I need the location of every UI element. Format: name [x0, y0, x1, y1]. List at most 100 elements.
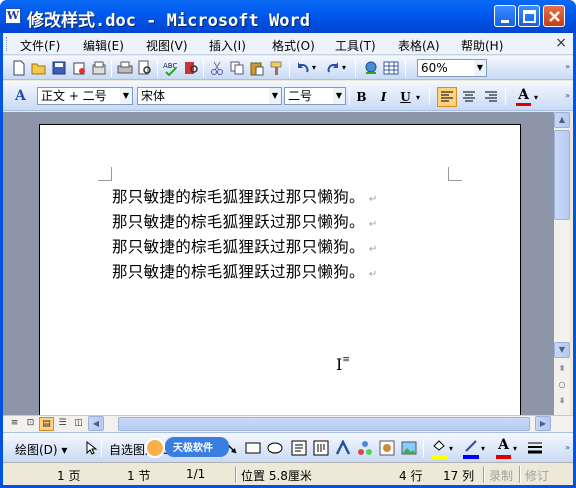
toolbar-separator [405, 59, 406, 77]
permission-icon[interactable] [71, 60, 87, 76]
select-objects-icon[interactable] [83, 440, 99, 456]
copy-icon[interactable] [229, 60, 245, 76]
standard-toolbar: ABC ▾ ▾ 60% ▼ » [3, 56, 573, 80]
size-select[interactable]: 二号 ▼ [284, 87, 346, 105]
save-icon[interactable] [51, 60, 67, 76]
menu-grip[interactable] [6, 37, 9, 51]
style-select[interactable]: 正文 + 二号 ▼ [37, 87, 133, 105]
outline-view-icon[interactable]: ☰ [55, 417, 70, 431]
vertical-scroll-thumb[interactable] [554, 130, 570, 220]
style-dropdown-icon[interactable]: ▼ [120, 88, 132, 104]
paste-icon[interactable] [249, 60, 265, 76]
new-document-icon[interactable] [11, 60, 27, 76]
open-folder-icon[interactable] [31, 60, 47, 76]
vertical-scrollbar[interactable]: ▲ ▼ ⇞ ○ ⇟ [554, 112, 570, 415]
bold-button[interactable]: B [353, 89, 370, 106]
draw-font-color-button[interactable]: A [495, 437, 512, 454]
status-column: 17 列 [443, 469, 475, 483]
toolbar-options-icon[interactable]: » [565, 91, 570, 100]
underline-dropdown-icon[interactable]: ▾ [416, 90, 424, 106]
scroll-left-icon[interactable]: ◀ [88, 416, 104, 431]
reading-view-icon[interactable]: ◫ [71, 417, 86, 431]
align-left-button[interactable] [437, 87, 457, 107]
menu-view[interactable]: 视图(V) [146, 37, 188, 54]
previous-page-icon[interactable]: ⇞ [554, 362, 570, 378]
text-line[interactable]: 那只敏捷的棕毛狐狸跃过那只懒狗。 ↵ [112, 260, 378, 282]
title-bar[interactable]: W 修改样式.doc - Microsoft Word [0, 0, 576, 33]
menu-insert[interactable]: 插入(I) [209, 37, 246, 54]
normal-view-icon[interactable]: ≡ [7, 417, 22, 431]
font-dropdown-icon[interactable]: ▼ [269, 88, 281, 104]
diagram-icon[interactable] [357, 440, 373, 456]
cut-icon[interactable] [209, 60, 225, 76]
menu-table[interactable]: 表格(A) [398, 37, 440, 54]
redo-dropdown-icon[interactable]: ▾ [342, 60, 350, 76]
menu-edit[interactable]: 编辑(E) [83, 37, 124, 54]
zoom-dropdown-icon[interactable]: ▼ [474, 60, 486, 76]
rectangle-icon[interactable] [245, 440, 261, 456]
line-color-icon[interactable] [463, 438, 479, 454]
fill-color-icon[interactable] [431, 438, 447, 454]
zoom-select[interactable]: 60% ▼ [417, 59, 487, 77]
line-color-dropdown-icon[interactable]: ▾ [481, 441, 489, 457]
insert-picture-icon[interactable] [401, 440, 417, 456]
text-line[interactable]: 那只敏捷的棕毛狐狸跃过那只懒狗。 ↵ [112, 235, 378, 257]
email-icon[interactable] [91, 60, 107, 76]
scroll-up-icon[interactable]: ▲ [554, 112, 570, 128]
menu-format[interactable]: 格式(O) [272, 37, 315, 54]
menu-tools[interactable]: 工具(T) [335, 37, 376, 54]
font-color-button[interactable]: A [515, 87, 532, 104]
paragraph-mark-icon: ↵ [368, 194, 378, 205]
toolbar-options-icon[interactable]: » [565, 62, 570, 71]
browse-object-icon[interactable]: ○ [554, 378, 570, 394]
horizontal-scroll-thumb[interactable] [118, 417, 530, 431]
menu-help[interactable]: 帮助(H) [461, 37, 503, 54]
window-title: 修改样式.doc - Microsoft Word [27, 11, 310, 31]
word-app-icon[interactable]: W [5, 8, 21, 24]
scroll-down-icon[interactable]: ▼ [554, 342, 570, 358]
oval-icon[interactable] [267, 440, 283, 456]
size-dropdown-icon[interactable]: ▼ [333, 88, 345, 104]
draw-font-color-dropdown-icon[interactable]: ▾ [513, 441, 521, 457]
font-select[interactable]: 宋体 ▼ [137, 87, 282, 105]
print-preview-icon[interactable] [137, 60, 153, 76]
line-style-icon[interactable] [527, 440, 543, 456]
next-page-icon[interactable]: ⇟ [554, 394, 570, 410]
research-icon[interactable] [183, 60, 199, 76]
text-line[interactable]: 那只敏捷的棕毛狐狸跃过那只懒狗。 ↵ [112, 185, 378, 207]
styles-pane-icon[interactable]: A [15, 88, 31, 104]
wordart-icon[interactable] [335, 439, 351, 456]
align-center-icon[interactable] [461, 89, 477, 105]
hyperlink-icon[interactable] [363, 60, 379, 76]
draw-menu-button[interactable]: 绘图(D) ▾ [15, 441, 67, 458]
web-view-icon[interactable]: ⊡ [23, 417, 38, 431]
underline-button[interactable]: U [397, 89, 414, 106]
font-color-dropdown-icon[interactable]: ▾ [534, 90, 542, 106]
maximize-button[interactable] [518, 5, 540, 27]
fill-color-dropdown-icon[interactable]: ▾ [449, 441, 457, 457]
scroll-right-icon[interactable]: ▶ [535, 416, 551, 431]
style-value: 正文 + 二号 [41, 89, 107, 103]
clip-art-icon[interactable] [379, 440, 395, 456]
close-button[interactable] [543, 5, 565, 27]
menu-file[interactable]: 文件(F) [20, 37, 60, 54]
spelling-icon[interactable]: ABC [163, 60, 179, 77]
print-layout-view-icon[interactable]: ▤ [39, 417, 54, 431]
status-record[interactable]: 录制 [489, 467, 513, 484]
status-revise[interactable]: 修订 [525, 467, 549, 484]
text-box-icon[interactable] [291, 440, 307, 456]
format-painter-icon[interactable] [269, 60, 285, 76]
undo-dropdown-icon[interactable]: ▾ [312, 60, 320, 76]
vertical-text-box-icon[interactable] [313, 440, 329, 456]
document-page[interactable]: 那只敏捷的棕毛狐狸跃过那只懒狗。 ↵ 那只敏捷的棕毛狐狸跃过那只懒狗。 ↵ 那只敏捷… [39, 124, 521, 424]
toolbar-options-icon[interactable]: » [565, 443, 570, 452]
print-icon[interactable] [117, 60, 133, 76]
document-close-icon[interactable]: × [555, 35, 567, 51]
text-line[interactable]: 那只敏捷的棕毛狐狸跃过那只懒狗。 ↵ [112, 210, 378, 232]
redo-icon[interactable] [325, 60, 341, 76]
insert-table-icon[interactable] [383, 60, 399, 76]
align-right-icon[interactable] [483, 89, 499, 105]
minimize-button[interactable] [494, 5, 516, 27]
italic-button[interactable]: I [375, 89, 392, 106]
undo-icon[interactable] [295, 60, 311, 76]
